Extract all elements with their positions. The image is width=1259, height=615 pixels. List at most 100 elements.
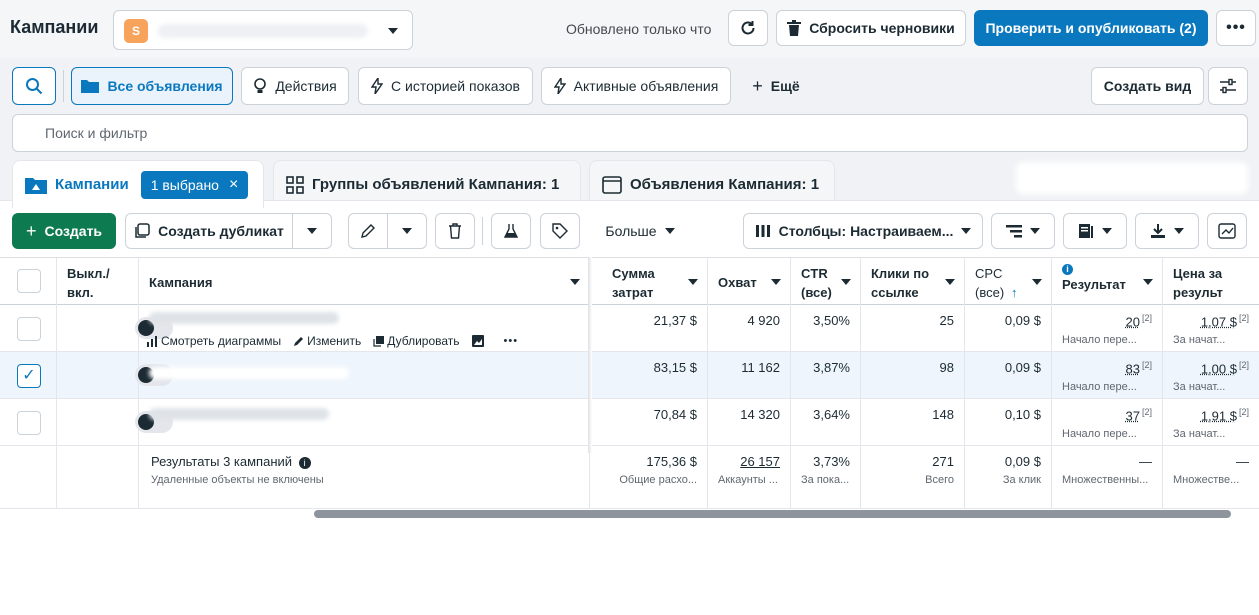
delete-button[interactable]	[435, 213, 475, 249]
header-campaign[interactable]: Кампания	[139, 258, 590, 305]
cost-cell: 1,07 $ [2] За начат...	[1163, 305, 1259, 351]
results-value[interactable]: 83	[1126, 361, 1140, 376]
header-spend[interactable]: Сумма затрат	[602, 258, 708, 305]
select-all-checkbox[interactable]	[17, 269, 41, 293]
table-row[interactable]: Смотреть диаграммы Изменить Дублировать …	[0, 305, 1259, 352]
ab-test-button[interactable]	[491, 213, 531, 249]
refresh-icon	[741, 21, 755, 35]
flask-icon	[503, 224, 519, 238]
header-cost-per-result[interactable]: Цена за результ	[1163, 258, 1259, 305]
view-charts-action[interactable]: Смотреть диаграммы	[147, 334, 281, 348]
more-dots-icon[interactable]: •••	[504, 334, 519, 348]
duplicate-button[interactable]: Создать дубликат	[125, 213, 293, 249]
cost-subtitle: За начат...	[1173, 334, 1226, 347]
totals-spend-sub: Общие расхо...	[619, 474, 697, 486]
edit-label: Изменить	[307, 334, 362, 348]
row-checkbox[interactable]	[17, 411, 41, 435]
plus-icon: +	[752, 75, 763, 96]
table-row[interactable]: 70,84 $ 14 320 3,64% 148 0,10 $ 37 [2] Нач…	[0, 399, 1259, 446]
clicks-cell: 25	[861, 305, 965, 351]
edit-button[interactable]	[348, 213, 388, 249]
chevron-down-icon	[1174, 228, 1184, 234]
top-bar: Кампании S Обновлено только что Сбросить…	[0, 0, 1259, 58]
spend-cell: 21,37 $	[602, 305, 708, 351]
header-reach[interactable]: Охват	[708, 258, 791, 305]
cost-value[interactable]: 1,91 $	[1201, 408, 1237, 423]
view-settings-button[interactable]	[1208, 67, 1248, 105]
info-icon[interactable]: i	[298, 457, 311, 469]
totals-cpc-cell: 0,09 $ За клик	[965, 446, 1052, 508]
header-toggle: Выкл./ вкл.	[57, 258, 139, 305]
header-cpc[interactable]: CPC (все) ↑	[965, 258, 1052, 305]
edit-action[interactable]: Изменить	[293, 334, 361, 348]
cost-value[interactable]: 1,00 $	[1201, 361, 1237, 376]
filter-tab-with-impressions[interactable]: С историей показов	[358, 67, 533, 105]
sort-caret-icon	[1032, 279, 1042, 285]
duplicate-label: Дублировать	[387, 334, 460, 348]
chevron-down-icon	[402, 228, 412, 234]
header-link-clicks[interactable]: Клики по ссылке	[861, 258, 965, 305]
footnote-mark: [2]	[1238, 313, 1249, 323]
columns-button[interactable]: Столбцы: Настраиваем...	[743, 213, 983, 249]
create-label: Создать	[44, 223, 103, 239]
footnote-mark: [2]	[1141, 360, 1152, 370]
tab-campaigns[interactable]: Кампании 1 выбрано ×	[12, 160, 264, 208]
refresh-button[interactable]	[728, 10, 768, 46]
results-value[interactable]: 37	[1126, 408, 1140, 423]
cost-subtitle: За начат...	[1173, 428, 1226, 441]
row-checkbox-checked[interactable]: ✓	[17, 364, 41, 388]
header-results[interactable]: i Результат	[1052, 258, 1163, 305]
breakdown-button[interactable]	[991, 213, 1055, 249]
campaign-name-cell[interactable]	[139, 399, 590, 445]
create-button[interactable]: + Создать	[12, 213, 116, 249]
folder-icon	[25, 177, 47, 194]
charts-button[interactable]	[1207, 213, 1247, 249]
row-checkbox[interactable]	[17, 317, 41, 341]
table-row[interactable]: ✓ 83,15 $ 11 162 3,87% 98 0,09 $ 83 [2] На…	[0, 352, 1259, 399]
totals-ctr-sub: За пока...	[801, 474, 850, 486]
header-reach-label: Охват	[718, 275, 757, 290]
campaign-name-redacted	[149, 367, 349, 379]
results-value[interactable]: 20	[1126, 314, 1140, 329]
duplicate-action[interactable]: Дублировать	[373, 334, 460, 348]
spend-cell: 70,84 $	[602, 399, 708, 445]
search-filter-input[interactable]: Поиск и фильтр	[12, 114, 1248, 152]
filter-tab-all-ads[interactable]: Все объявления	[71, 67, 233, 105]
grid-icon	[286, 175, 304, 194]
bar-chart-icon	[147, 335, 157, 347]
campaign-name-cell[interactable]	[139, 352, 590, 398]
sort-ascending-icon: ↑	[1011, 285, 1018, 300]
filter-more-button[interactable]: + Ещё	[743, 67, 809, 105]
filter-tab-actions[interactable]: Действия	[241, 67, 349, 105]
preview-action[interactable]	[471, 334, 484, 348]
review-publish-button[interactable]: Проверить и опубликовать (2)	[974, 10, 1208, 46]
export-button[interactable]	[1135, 213, 1199, 249]
columns-label: Столбцы: Настраиваем...	[778, 223, 954, 239]
account-selector[interactable]: S	[113, 10, 413, 50]
discard-drafts-button[interactable]: Сбросить черновики	[776, 10, 966, 46]
campaign-name-cell[interactable]: Смотреть диаграммы Изменить Дублировать …	[139, 305, 590, 351]
create-view-button[interactable]: Создать вид	[1091, 67, 1204, 105]
header-ctr[interactable]: CTR (все)	[791, 258, 861, 305]
results-subtitle: Начало пере...	[1062, 334, 1137, 347]
selected-count-badge[interactable]: 1 выбрано ×	[140, 170, 249, 199]
search-button[interactable]	[12, 67, 56, 105]
more-actions-button[interactable]: Больше	[592, 213, 688, 249]
tag-button[interactable]	[540, 213, 580, 249]
tag-icon	[552, 223, 568, 239]
totals-reach[interactable]: 26 157	[740, 454, 780, 469]
cost-value[interactable]: 1,07 $	[1201, 314, 1237, 329]
reports-button[interactable]	[1063, 213, 1127, 249]
duplicate-dropdown-button[interactable]	[292, 213, 332, 249]
filter-tab-active-ads[interactable]: Активные объявления	[541, 67, 731, 105]
horizontal-scrollbar[interactable]	[314, 510, 1231, 518]
info-icon[interactable]: i	[1062, 264, 1073, 275]
chevron-down-icon	[961, 228, 972, 234]
filter-tab-label: Все объявления	[107, 78, 223, 94]
more-options-button[interactable]: •••	[1216, 10, 1256, 46]
totals-reach-cell: 26 157 Аккаунты ...	[708, 446, 791, 508]
close-icon[interactable]: ×	[229, 176, 238, 194]
chevron-down-icon	[388, 28, 398, 34]
edit-dropdown-button[interactable]	[387, 213, 427, 249]
row-select-cell	[0, 399, 57, 445]
